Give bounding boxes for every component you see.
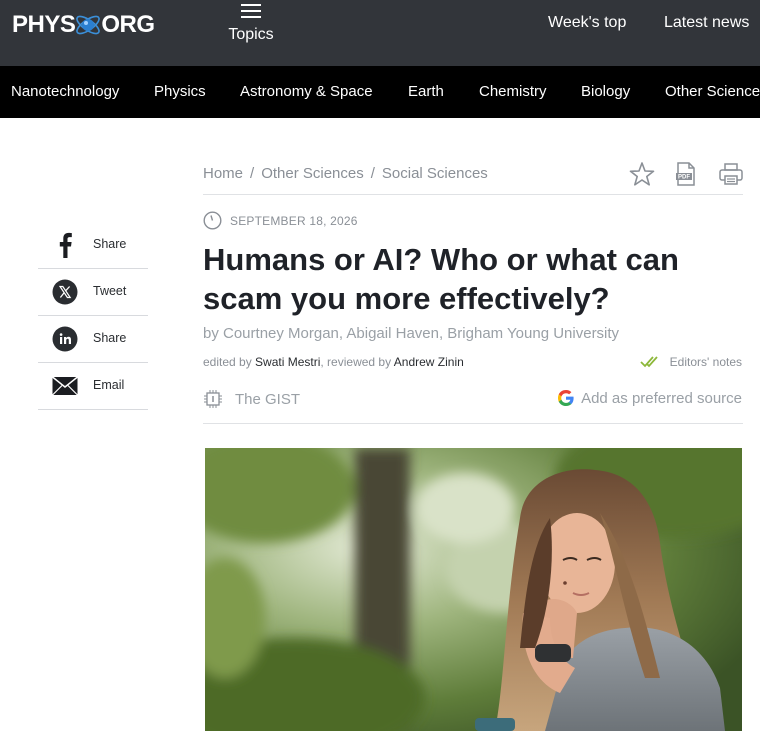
- category-nav: Nanotechnology Physics Astronomy & Space…: [0, 66, 760, 118]
- latest-news-link[interactable]: Latest news: [664, 14, 749, 32]
- star-icon[interactable]: [629, 161, 655, 187]
- top-header: PHYS ORG Topics Week's top Latest news: [0, 0, 760, 66]
- share-facebook[interactable]: Share: [38, 222, 148, 269]
- nav-earth[interactable]: Earth: [408, 83, 444, 100]
- share-x-label: Tweet: [93, 284, 127, 298]
- google-icon: [558, 390, 574, 406]
- pdf-badge-text: PDF: [678, 175, 690, 181]
- editor-name[interactable]: Swati Mestri: [255, 355, 320, 369]
- facebook-icon: [52, 232, 78, 258]
- hamburger-icon: [241, 4, 261, 18]
- article-date: SEPTEMBER 18, 2026: [230, 213, 358, 228]
- breadcrumb-separator: /: [370, 165, 375, 182]
- breadcrumb-home[interactable]: Home: [203, 165, 243, 182]
- x-icon: [52, 279, 78, 305]
- gist-label: The GIST: [235, 390, 301, 408]
- nav-astronomy-space[interactable]: Astronomy & Space: [240, 83, 373, 100]
- edited-by-prefix: edited by: [203, 355, 252, 369]
- nav-chemistry[interactable]: Chemistry: [479, 83, 547, 100]
- nav-biology[interactable]: Biology: [581, 83, 630, 100]
- editors-notes-link[interactable]: Editors' notes: [640, 355, 742, 369]
- nav-nanotechnology[interactable]: Nanotechnology: [11, 83, 119, 100]
- linkedin-icon: [52, 326, 78, 352]
- share-x[interactable]: Tweet: [38, 269, 148, 316]
- gist-button[interactable]: The GIST: [203, 389, 300, 409]
- pdf-icon[interactable]: PDF: [673, 161, 699, 187]
- logo-text-right: ORG: [101, 11, 155, 38]
- logo-text-left: PHYS: [12, 11, 76, 38]
- double-check-icon: [640, 356, 658, 368]
- nav-physics[interactable]: Physics: [154, 83, 206, 100]
- article-hero-image: [205, 448, 742, 731]
- share-email-label: Email: [93, 378, 125, 392]
- article-title: Humans or AI? Who or what can scam you m…: [203, 242, 679, 316]
- print-icon[interactable]: [718, 161, 744, 187]
- breadcrumb-other-sciences[interactable]: Other Sciences: [261, 165, 364, 182]
- nav-other-sciences[interactable]: Other Sciences: [665, 83, 760, 100]
- preferred-source-label: Add as preferred source: [581, 389, 742, 407]
- weeks-top-link[interactable]: Week's top: [548, 14, 626, 32]
- breadcrumb-social-sciences[interactable]: Social Sciences: [382, 165, 488, 182]
- share-linkedin-label: Share: [93, 331, 127, 345]
- reviewed-by-prefix: , reviewed by: [320, 355, 392, 369]
- topics-menu-button[interactable]: Topics: [222, 0, 282, 50]
- site-logo[interactable]: PHYS ORG: [12, 8, 155, 42]
- article-date-row: SEPTEMBER 18, 2026: [203, 211, 358, 230]
- email-icon: [52, 373, 78, 399]
- header-divider: [203, 423, 743, 424]
- editors-notes-label: Editors' notes: [669, 355, 742, 369]
- share-facebook-label: Share: [93, 237, 127, 251]
- breadcrumb: Home / Other Sciences / Social Sciences: [203, 165, 488, 182]
- breadcrumb-divider: [203, 194, 743, 195]
- preferred-source-button[interactable]: Add as preferred source: [557, 389, 742, 407]
- breadcrumb-separator: /: [250, 165, 255, 182]
- reviewer-name[interactable]: Andrew Zinin: [394, 355, 464, 369]
- atom-logo-icon: [76, 15, 101, 35]
- share-email[interactable]: Email: [38, 363, 148, 410]
- edited-by-line: edited by Swati Mestri, reviewed by Andr…: [203, 355, 464, 369]
- topics-label: Topics: [228, 26, 274, 43]
- clock-icon: [203, 211, 222, 230]
- chip-icon: [204, 390, 222, 408]
- share-linkedin[interactable]: Share: [38, 316, 148, 363]
- article-byline: by Courtney Morgan, Abigail Haven, Brigh…: [203, 325, 620, 342]
